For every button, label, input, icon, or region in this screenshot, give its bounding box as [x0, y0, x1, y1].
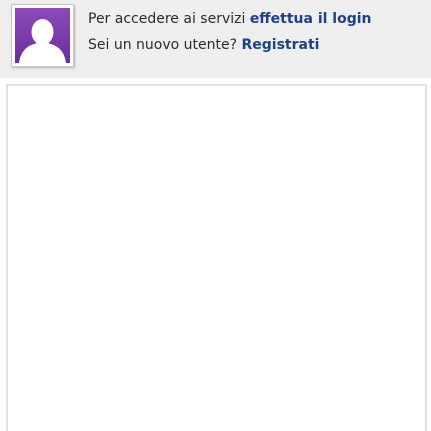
- register-link[interactable]: Registrati: [241, 37, 319, 53]
- login-line: Per accedere ai servizi effettua il logi…: [88, 6, 428, 32]
- register-line: Sei un nuovo utente? Registrati: [88, 32, 428, 58]
- login-prompt-text: Per accedere ai servizi: [88, 11, 246, 27]
- register-prompt-text: Sei un nuovo utente?: [88, 37, 238, 53]
- content-panel: [6, 84, 427, 431]
- login-bar: Per accedere ai servizi effettua il logi…: [0, 0, 431, 78]
- login-prompt: Per accedere ai servizi effettua il logi…: [88, 6, 428, 58]
- avatar-frame: [11, 4, 74, 67]
- login-link[interactable]: effettua il login: [250, 11, 372, 27]
- user-silhouette-icon: [15, 8, 70, 63]
